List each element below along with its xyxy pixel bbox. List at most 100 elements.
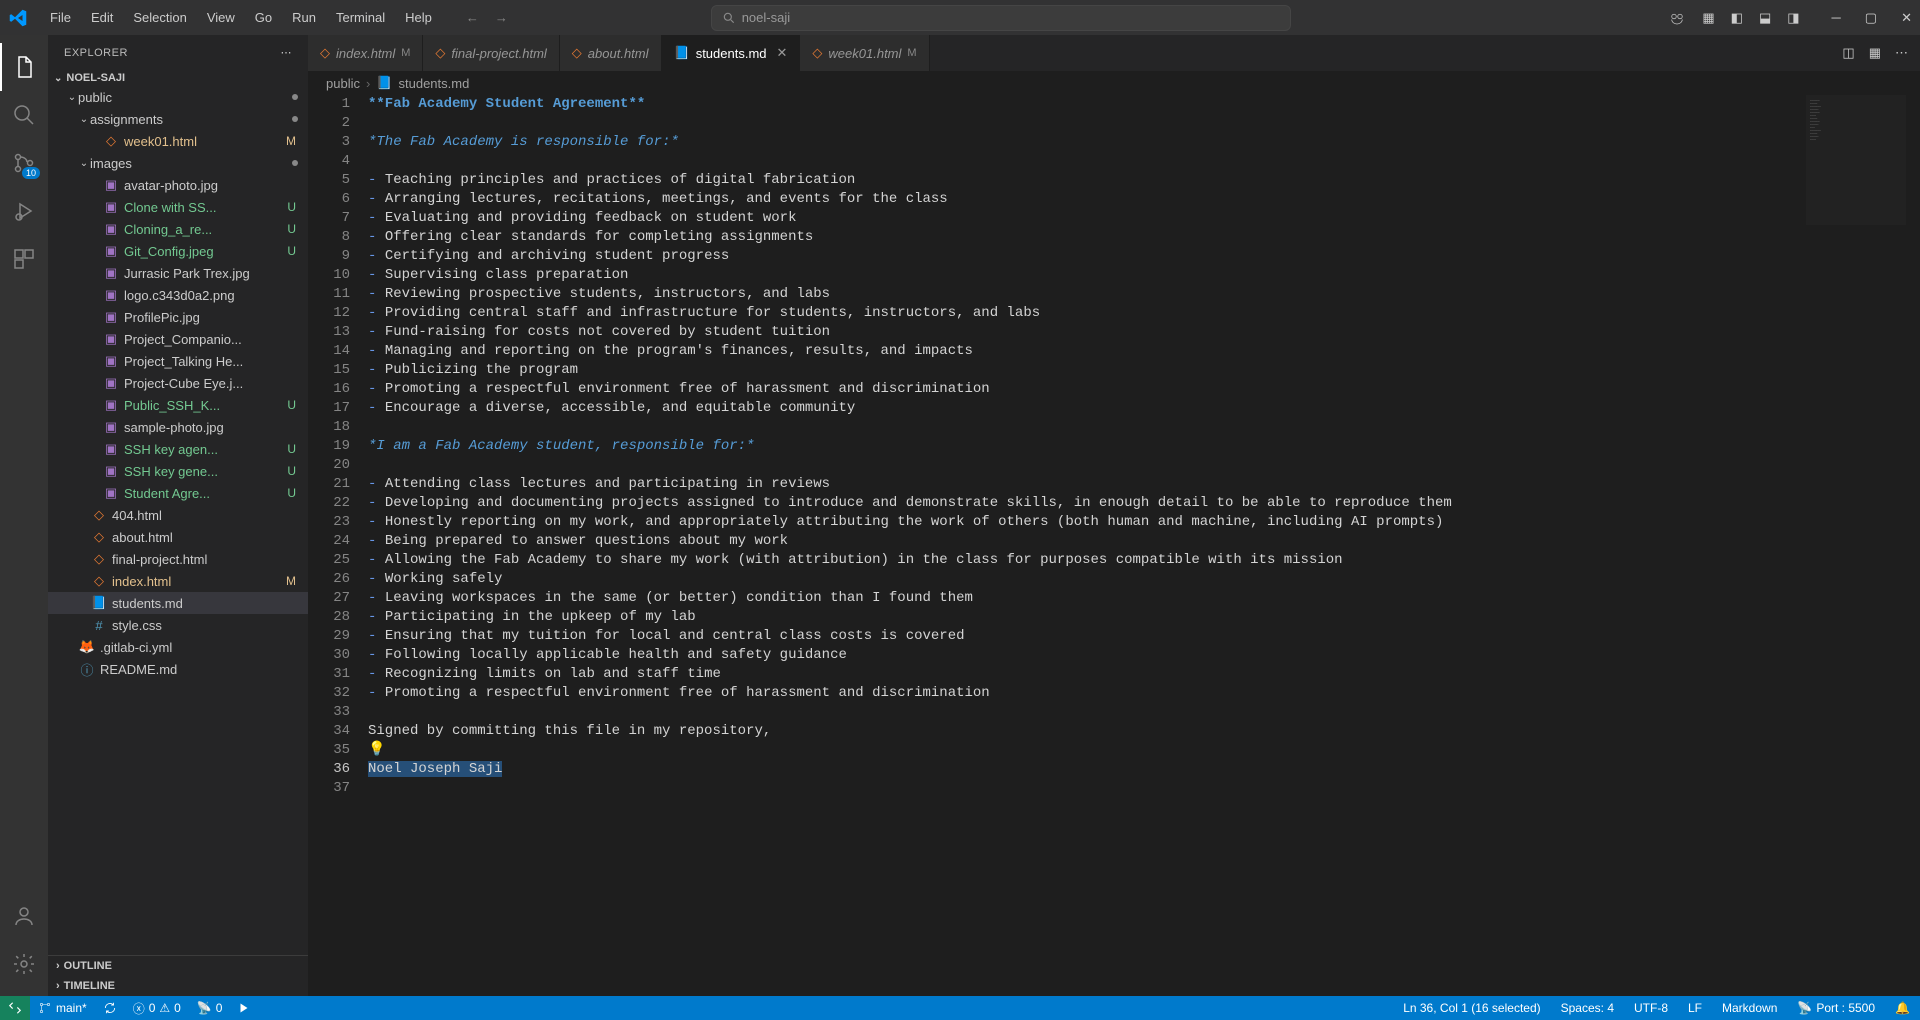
menu-view[interactable]: View [197, 6, 245, 29]
split-editor-icon[interactable]: ◫ [1842, 45, 1854, 61]
menu-go[interactable]: Go [245, 6, 282, 29]
file-item[interactable]: ▣Cloning_a_re...U [48, 218, 308, 240]
file-item[interactable]: ▣Project-Cube Eye.j... [48, 372, 308, 394]
workspace-root[interactable]: ⌄ NOEL-SAJI [48, 70, 308, 86]
accounts-icon[interactable] [0, 892, 48, 940]
file-item[interactable]: 📘students.md [48, 592, 308, 614]
problems-status[interactable]: ⓧ0 ⚠0 [125, 996, 189, 1020]
main: 10 EXPLORER ⋯ ⌄ NOEL-SAJI ⌄public⌄assign… [0, 35, 1920, 996]
timeline-section[interactable]: › TIMELINE [48, 976, 308, 996]
panel-right-icon[interactable]: ◨ [1787, 10, 1799, 26]
root-label: NOEL-SAJI [66, 72, 125, 84]
file-item[interactable]: ◇week01.htmlM [48, 130, 308, 152]
remote-button[interactable] [0, 996, 30, 1020]
file-item[interactable]: #style.css [48, 614, 308, 636]
tab[interactable]: 📘students.md✕ [662, 35, 801, 71]
panel-bottom-icon[interactable]: ⬓ [1759, 10, 1771, 26]
file-item[interactable]: ◇index.htmlM [48, 570, 308, 592]
file-item[interactable]: ◇about.html [48, 526, 308, 548]
scm-icon[interactable]: 10 [0, 139, 48, 187]
language-status[interactable]: Markdown [1712, 996, 1787, 1020]
indent-status[interactable]: Spaces: 4 [1551, 996, 1624, 1020]
chevron-right-icon: › [56, 960, 60, 972]
sidebar-more-icon[interactable]: ⋯ [281, 46, 293, 59]
outline-section[interactable]: › OUTLINE [48, 956, 308, 976]
sidebar: EXPLORER ⋯ ⌄ NOEL-SAJI ⌄public⌄assignmen… [48, 35, 308, 996]
search-icon [722, 11, 736, 25]
panel-left-icon[interactable]: ◧ [1731, 10, 1743, 26]
nav-back-icon[interactable]: ← [466, 10, 479, 25]
file-item[interactable]: ▣Project_Companio... [48, 328, 308, 350]
file-item[interactable]: ▣Student Agre...U [48, 482, 308, 504]
title-bar: FileEditSelectionViewGoRunTerminalHelp ←… [0, 0, 1920, 35]
file-item[interactable]: ◇final-project.html [48, 548, 308, 570]
debug-icon[interactable] [0, 187, 48, 235]
file-item[interactable]: ◇404.html [48, 504, 308, 526]
extensions-icon[interactable] [0, 235, 48, 283]
gutter: 1234567891011121314151617181920212223242… [308, 95, 368, 996]
tab[interactable]: ◇final-project.html [423, 35, 559, 71]
file-item[interactable]: ▣logo.c343d0a2.png [48, 284, 308, 306]
copilot-icon[interactable] [1668, 9, 1686, 27]
file-item[interactable]: ▣sample-photo.jpg [48, 416, 308, 438]
menu-run[interactable]: Run [282, 6, 326, 29]
close-tab-icon[interactable]: ✕ [777, 45, 788, 61]
eol-status[interactable]: LF [1678, 996, 1712, 1020]
file-item[interactable]: 🦊.gitlab-ci.yml [48, 636, 308, 658]
port-status[interactable]: 📡Port : 5500 [1787, 996, 1885, 1020]
tab[interactable]: ◇week01.htmlM [800, 35, 929, 71]
markdown-icon: 📘 [376, 75, 392, 91]
folder-item[interactable]: ⌄public [48, 86, 308, 108]
file-item[interactable]: ▣Git_Config.jpegU [48, 240, 308, 262]
menu-file[interactable]: File [40, 6, 81, 29]
ports-status[interactable]: 📡0 [189, 996, 231, 1020]
file-item[interactable]: ▣ProfilePic.jpg [48, 306, 308, 328]
sync-status[interactable] [95, 996, 125, 1020]
vscode-logo-icon [8, 8, 28, 28]
menu-selection[interactable]: Selection [123, 6, 196, 29]
menu-edit[interactable]: Edit [81, 6, 123, 29]
code-content[interactable]: **Fab Academy Student Agreement***The Fa… [368, 95, 1920, 996]
search-activity-icon[interactable] [0, 91, 48, 139]
file-item[interactable]: ▣avatar-photo.jpg [48, 174, 308, 196]
tabs-actions: ◫ ▦ ⋯ [1842, 45, 1920, 61]
nav-arrows: ← → [466, 10, 508, 25]
tab-grid-icon[interactable]: ▦ [1869, 45, 1881, 61]
tab[interactable]: ◇about.html [560, 35, 662, 71]
minimize-icon[interactable]: ─ [1832, 10, 1841, 26]
live-server-status[interactable] [230, 996, 258, 1020]
minimap[interactable]: ▬▬▬▬▬▬▬▬▬▬▬▬▬▬▬▬▬▬▬▬▬▬▬▬▬▬▬▬▬▬▬▬▬▬▬▬▬▬▬▬… [1806, 95, 1906, 225]
cursor-position[interactable]: Ln 36, Col 1 (16 selected) [1393, 996, 1550, 1020]
close-icon[interactable]: ✕ [1901, 10, 1912, 26]
encoding-status[interactable]: UTF-8 [1624, 996, 1678, 1020]
folder-item[interactable]: ⌄images [48, 152, 308, 174]
file-tree: ⌄public⌄assignments◇week01.htmlM⌄images▣… [48, 86, 308, 955]
file-item[interactable]: ▣Clone with SS...U [48, 196, 308, 218]
explorer-icon[interactable] [0, 43, 48, 91]
file-item[interactable]: ▣SSH key agen...U [48, 438, 308, 460]
chevron-down-icon: ⌄ [54, 73, 62, 84]
breadcrumb-sep-icon: › [366, 76, 370, 91]
breadcrumb[interactable]: public › 📘 students.md [308, 71, 1920, 95]
chevron-right-icon: › [56, 980, 60, 992]
menu-help[interactable]: Help [395, 6, 442, 29]
tab[interactable]: ◇index.htmlM [308, 35, 423, 71]
notifications-icon[interactable]: 🔔 [1885, 996, 1920, 1020]
branch-status[interactable]: main* [30, 996, 95, 1020]
maximize-icon[interactable]: ▢ [1865, 10, 1877, 26]
menu-terminal[interactable]: Terminal [326, 6, 395, 29]
settings-icon[interactable] [0, 940, 48, 988]
file-item[interactable]: ▣SSH key gene...U [48, 460, 308, 482]
file-item[interactable]: ▣Jurrasic Park Trex.jpg [48, 262, 308, 284]
tabs: ◇index.htmlM◇final-project.html◇about.ht… [308, 35, 1920, 71]
command-center[interactable]: noel-saji [711, 5, 1291, 31]
layout-grid-icon[interactable]: ▦ [1702, 10, 1714, 26]
nav-forward-icon[interactable]: → [495, 10, 508, 25]
folder-item[interactable]: ⌄assignments [48, 108, 308, 130]
file-item[interactable]: ⓘREADME.md [48, 658, 308, 680]
editor[interactable]: 1234567891011121314151617181920212223242… [308, 95, 1920, 996]
menu-bar: FileEditSelectionViewGoRunTerminalHelp [40, 6, 442, 29]
file-item[interactable]: ▣Public_SSH_K...U [48, 394, 308, 416]
tab-more-icon[interactable]: ⋯ [1895, 45, 1908, 61]
file-item[interactable]: ▣Project_Talking He... [48, 350, 308, 372]
